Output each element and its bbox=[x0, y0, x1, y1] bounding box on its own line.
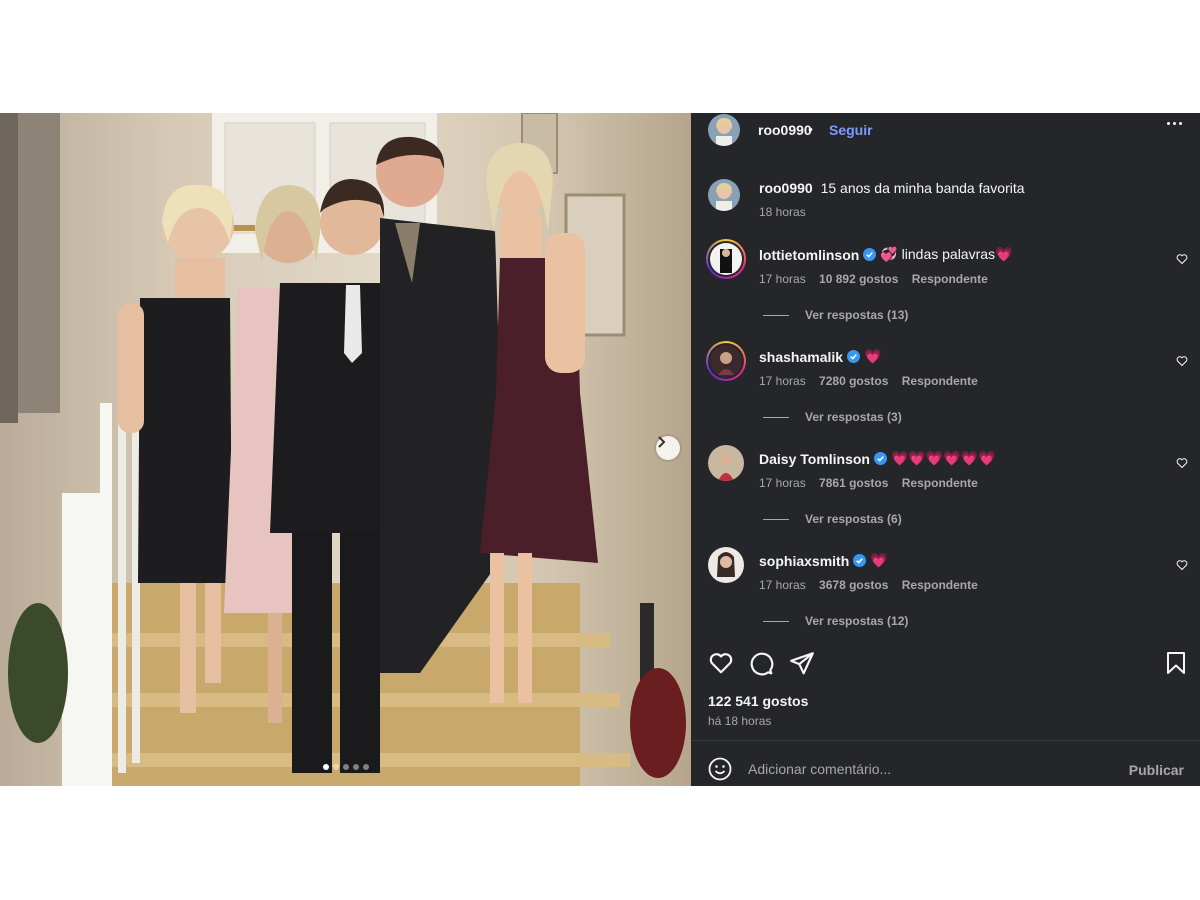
comment-meta: 17 horas 3678 gostos Respondente bbox=[759, 578, 978, 592]
chevron-right-icon bbox=[658, 436, 666, 448]
family-photo-illustration bbox=[0, 113, 686, 786]
post-timestamp[interactable]: há 18 horas bbox=[708, 714, 771, 728]
comment-time[interactable]: 17 horas bbox=[759, 374, 806, 388]
story-ring-avatar[interactable] bbox=[706, 341, 746, 381]
caption-text: roo0990 15 anos da minha banda favorita bbox=[759, 180, 1025, 196]
comment-text: 💗 bbox=[870, 552, 888, 568]
view-replies-label: Ver respostas (3) bbox=[805, 410, 902, 424]
comment-text: 💗💗💗💗💗💗 bbox=[890, 450, 996, 466]
view-replies-label: Ver respostas (6) bbox=[805, 512, 902, 526]
avatar-image bbox=[710, 243, 742, 275]
comment-text: 💞 lindas palavras💗 bbox=[880, 246, 1013, 262]
post-actions-bar bbox=[708, 650, 1188, 676]
comment-line: Daisy Tomlinson 💗💗💗💗💗💗 bbox=[759, 450, 996, 467]
comment-input[interactable] bbox=[748, 758, 1108, 780]
comment-meta: 17 horas 7280 gostos Respondente bbox=[759, 374, 978, 388]
post-details-panel: roo0990 • Seguir roo0990 15 anos da minh… bbox=[691, 113, 1200, 786]
author-username[interactable]: roo0990 bbox=[758, 122, 812, 138]
carousel-indicator bbox=[0, 764, 691, 770]
caption-username[interactable]: roo0990 bbox=[759, 180, 813, 196]
caption-avatar[interactable] bbox=[708, 179, 740, 211]
emoji-icon[interactable] bbox=[708, 757, 732, 781]
reply-button[interactable]: Respondente bbox=[902, 374, 978, 388]
comment-username[interactable]: sophiaxsmith bbox=[759, 553, 849, 569]
instagram-post: roo0990 • Seguir roo0990 15 anos da minh… bbox=[0, 113, 1200, 786]
comment-line: sophiaxsmith 💗 bbox=[759, 552, 888, 569]
comment: shashamalik 💗 17 horas 7280 gostos Respo… bbox=[706, 341, 1188, 433]
avatar-image bbox=[708, 179, 740, 211]
reply-button[interactable]: Respondente bbox=[902, 476, 978, 490]
comment: Daisy Tomlinson 💗💗💗💗💗💗 17 horas 7861 gos… bbox=[708, 445, 1188, 535]
more-options-icon[interactable] bbox=[1167, 122, 1182, 125]
comment-username[interactable]: shashamalik bbox=[759, 349, 843, 365]
comment-time[interactable]: 17 horas bbox=[759, 476, 806, 490]
heart-icon[interactable] bbox=[1176, 559, 1188, 571]
comment-meta: 17 horas 7861 gostos Respondente bbox=[759, 476, 978, 490]
view-replies-button[interactable]: Ver respostas (3) bbox=[763, 410, 902, 424]
carousel-dot bbox=[362, 764, 369, 770]
comment-username[interactable]: Daisy Tomlinson bbox=[759, 451, 870, 467]
heart-icon[interactable] bbox=[708, 650, 734, 676]
view-replies-button[interactable]: Ver respostas (13) bbox=[763, 308, 908, 322]
comment-time[interactable]: 17 horas bbox=[759, 272, 806, 286]
heart-icon[interactable] bbox=[1176, 355, 1188, 367]
carousel-dot bbox=[352, 764, 359, 770]
post-header: roo0990 • Seguir bbox=[691, 113, 1200, 147]
comment-text: 💗 bbox=[864, 348, 882, 364]
carousel-next-button[interactable] bbox=[656, 436, 680, 460]
comment: lottietomlinson 💞 lindas palavras💗 17 ho… bbox=[706, 239, 1188, 331]
post-photo[interactable] bbox=[0, 113, 691, 786]
reply-button[interactable]: Respondente bbox=[902, 578, 978, 592]
reply-button[interactable]: Respondente bbox=[912, 272, 988, 286]
author-avatar[interactable] bbox=[708, 114, 740, 146]
story-ring-avatar[interactable] bbox=[706, 239, 746, 279]
comment-avatar[interactable] bbox=[708, 547, 744, 583]
comment-username[interactable]: lottietomlinson bbox=[759, 247, 859, 263]
view-replies-label: Ver respostas (13) bbox=[805, 308, 909, 322]
avatar-image bbox=[708, 445, 744, 481]
comment: sophiaxsmith 💗 17 horas 3678 gostos Resp… bbox=[708, 547, 1188, 637]
verified-badge-icon bbox=[863, 248, 877, 261]
avatar-image bbox=[710, 345, 742, 377]
comment-line: lottietomlinson 💞 lindas palavras💗 bbox=[759, 246, 1012, 263]
bookmark-icon[interactable] bbox=[1164, 650, 1188, 676]
view-replies-label: Ver respostas (12) bbox=[805, 614, 909, 628]
heart-icon[interactable] bbox=[1176, 253, 1188, 265]
carousel-dot-active bbox=[322, 764, 329, 770]
comment-likes[interactable]: 3678 gostos bbox=[819, 578, 888, 592]
comment-time[interactable]: 17 horas bbox=[759, 578, 806, 592]
view-replies-button[interactable]: Ver respostas (6) bbox=[763, 512, 902, 526]
avatar-image bbox=[708, 547, 744, 583]
caption-timestamp[interactable]: 18 horas bbox=[759, 205, 806, 219]
comment-line: shashamalik 💗 bbox=[759, 348, 882, 365]
likes-count[interactable]: 122 541 gostos bbox=[708, 693, 808, 709]
share-icon[interactable] bbox=[789, 650, 815, 676]
publish-button[interactable]: Publicar bbox=[1129, 762, 1184, 778]
divider bbox=[691, 740, 1200, 741]
comment-meta: 17 horas 10 892 gostos Respondente bbox=[759, 272, 988, 286]
heart-icon[interactable] bbox=[1176, 457, 1188, 469]
comment-avatar[interactable] bbox=[708, 445, 744, 481]
comment-likes[interactable]: 7861 gostos bbox=[819, 476, 888, 490]
verified-badge-icon bbox=[873, 452, 887, 465]
verified-badge-icon bbox=[853, 554, 867, 567]
avatar-image bbox=[708, 114, 740, 146]
view-replies-button[interactable]: Ver respostas (12) bbox=[763, 614, 908, 628]
carousel-dot bbox=[342, 764, 349, 770]
comment-likes[interactable]: 10 892 gostos bbox=[819, 272, 898, 286]
add-comment-bar: Publicar bbox=[691, 753, 1200, 786]
verified-badge-icon bbox=[847, 350, 861, 363]
caption-body: 15 anos da minha banda favorita bbox=[820, 180, 1025, 196]
carousel-dot bbox=[332, 764, 339, 770]
comment-likes[interactable]: 7280 gostos bbox=[819, 374, 888, 388]
header-separator: • bbox=[808, 121, 813, 137]
follow-button[interactable]: Seguir bbox=[829, 122, 873, 138]
comment-icon[interactable] bbox=[748, 650, 774, 676]
